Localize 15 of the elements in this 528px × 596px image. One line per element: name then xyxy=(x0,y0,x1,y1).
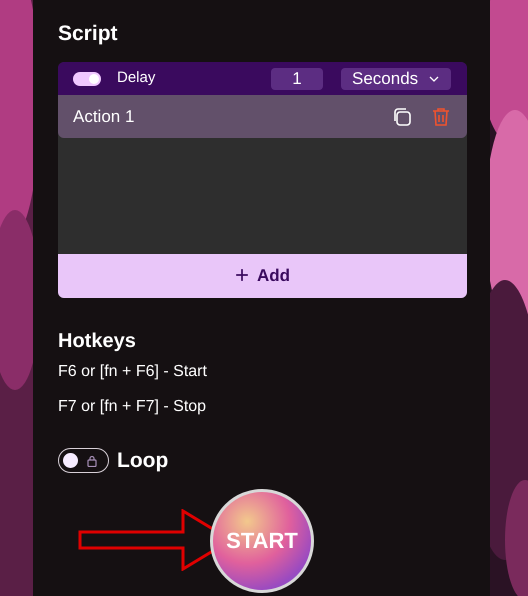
action-row[interactable]: Action 1 xyxy=(58,95,467,138)
delay-input[interactable]: 1 xyxy=(271,68,323,90)
hotkey-text: F6 or [fn + F6] - Start xyxy=(58,362,207,382)
hotkey-text: F7 or [fn + F7] - Stop xyxy=(58,397,206,417)
loop-label: Loop xyxy=(117,448,168,474)
unit-dropdown[interactable]: Seconds xyxy=(341,68,451,90)
chevron-down-icon xyxy=(429,76,439,82)
copy-icon[interactable] xyxy=(392,106,412,126)
delay-label: Delay xyxy=(117,68,156,88)
section-title: Hotkeys xyxy=(58,329,136,354)
delay-toggle[interactable] xyxy=(73,72,101,86)
section-title: Script xyxy=(58,21,118,47)
loop-toggle[interactable] xyxy=(58,448,109,474)
add-button[interactable]: + Add xyxy=(58,254,467,298)
action-label: Action 1 xyxy=(73,106,136,128)
